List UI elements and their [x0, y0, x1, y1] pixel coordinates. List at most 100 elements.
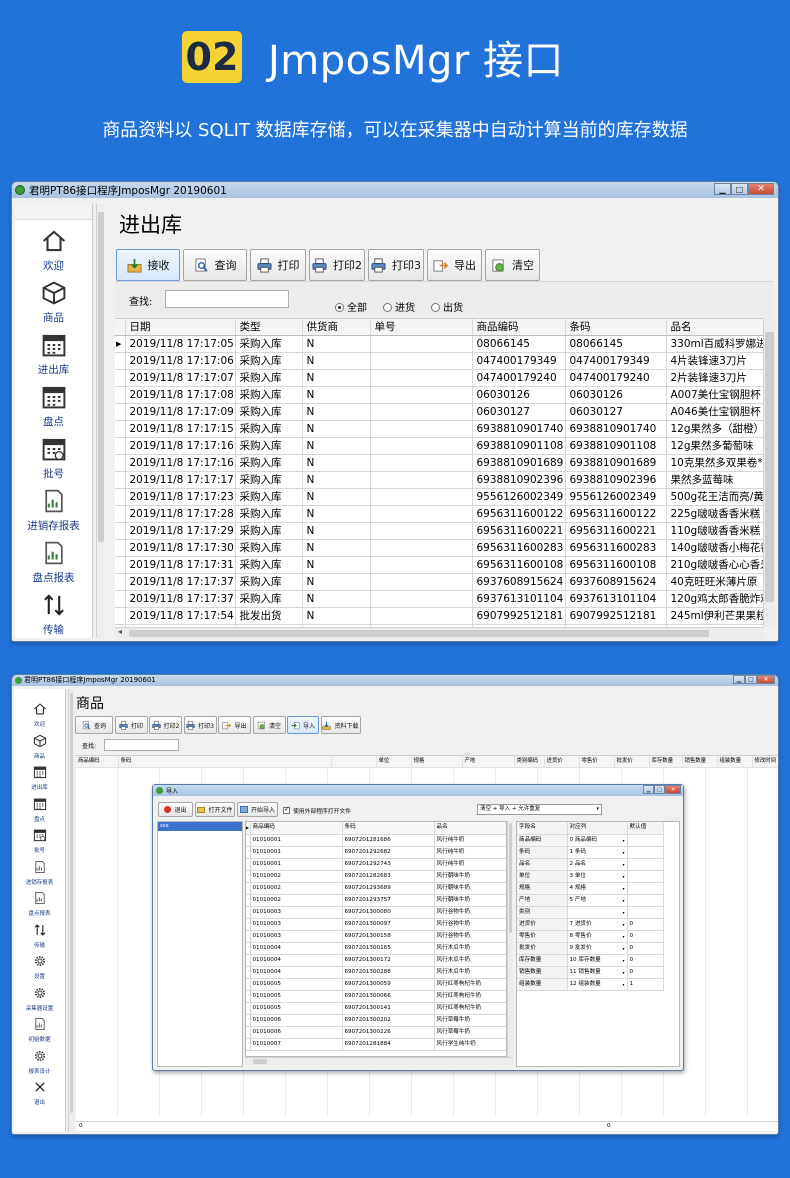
default-value[interactable]: 0 — [627, 942, 664, 955]
sidebar-item-3[interactable]: 盘点 — [14, 796, 65, 823]
radio-dot[interactable] — [335, 303, 344, 312]
toolbar-button-5[interactable]: 导出 — [427, 249, 482, 281]
table-row[interactable]: 2019/11/8 17:17:54 批发出货 N 6907992512181 6907… — [115, 607, 763, 626]
radio-dot[interactable] — [431, 303, 440, 312]
table-row[interactable]: 2019/11/8 17:17:23 采购入库 N 9556126002349 9556… — [115, 488, 763, 507]
sidebar-item-7[interactable]: 传输 — [14, 922, 65, 949]
toolbar-button-1[interactable]: 查询 — [183, 249, 247, 281]
table-row[interactable]: 2019/11/8 17:17:30 采购入库 N 6956311600283 6956… — [115, 539, 763, 558]
table-row[interactable]: 01010002 6907201293757 风行朝味牛奶 — [246, 894, 506, 907]
table-row[interactable]: 2019/11/8 17:17:16 采购入库 N 6938810901689 6938… — [115, 454, 763, 473]
column-select[interactable]: 7 进货价 ▾ — [567, 918, 628, 931]
toolbar-button-4[interactable]: 导出 — [218, 716, 251, 734]
toolbar-button-2[interactable]: 打印 — [250, 249, 306, 281]
column-header[interactable]: 条码 — [565, 319, 667, 337]
toolbar-button-3[interactable]: 打印2 — [309, 249, 365, 281]
column-header[interactable]: 进货价 — [544, 756, 580, 769]
column-select[interactable]: 11 销售数量 ▾ — [567, 966, 628, 979]
sidebar-item-11[interactable]: 报表设计 — [14, 1048, 65, 1075]
open-file-button[interactable]: 打开文件 — [195, 802, 235, 817]
toolbar-button-5[interactable]: 清空 — [252, 716, 286, 734]
sidebar-item-2[interactable]: 进出库 — [14, 764, 65, 791]
default-value[interactable] — [627, 858, 664, 871]
table-row[interactable]: 2019/11/8 17:17:17 采购入库 N 6938810902396 6938… — [115, 471, 763, 490]
sidebar-item-12[interactable]: 退出 — [14, 1079, 65, 1106]
external-open-option[interactable]: 使用外部程序打开文件 — [283, 805, 351, 815]
filter-radio-0[interactable]: 全部 — [335, 303, 367, 314]
table-row[interactable]: 01010007 6907201281884 风行学生纯牛奶 — [246, 1038, 506, 1051]
default-value[interactable] — [627, 882, 664, 895]
column-select[interactable]: 9 批发价 ▾ — [567, 942, 628, 955]
default-value[interactable] — [627, 846, 664, 859]
table-row[interactable]: 01010001 6907201292682 风行纯牛奶 — [246, 846, 506, 859]
column-select[interactable]: 8 零售价 ▾ — [567, 930, 628, 943]
column-select[interactable]: 1 条码 ▾ — [567, 846, 628, 859]
close-button[interactable]: ✕ — [665, 785, 681, 794]
column-select[interactable]: 0 商品编码 ▾ — [567, 834, 628, 847]
table-row[interactable]: 01010004 6907201300172 风行木瓜牛奶 — [246, 954, 506, 967]
sidebar-item-0[interactable]: 欢迎 — [15, 228, 92, 273]
column-select[interactable]: 10 库存数量 ▾ — [567, 954, 628, 967]
close-button[interactable]: ✕ — [757, 675, 775, 684]
column-select[interactable]: 2 品名 ▾ — [567, 858, 628, 871]
table-row[interactable]: ▶ 2019/11/8 17:17:05 采购入库 N 08066145 08066145… — [115, 335, 763, 354]
table-row[interactable]: 2019/11/8 17:17:09 采购入库 N 06030127 06030127 A… — [115, 403, 763, 422]
column-header[interactable]: 修改时间 — [752, 756, 778, 769]
column-header[interactable]: 商品编码 — [76, 756, 119, 769]
search-input[interactable] — [104, 739, 179, 751]
table-row[interactable]: 01010002 6907201282683 风行朝味牛奶 — [246, 870, 506, 883]
column-header[interactable]: 组装数量 — [717, 756, 753, 769]
table-vscrollbar[interactable] — [763, 318, 775, 627]
toolbar-button-6[interactable]: 导入 — [287, 716, 319, 734]
column-select[interactable]: 4 规格 ▾ — [567, 882, 628, 895]
start-import-button[interactable]: 开始导入 — [237, 802, 278, 817]
table-row[interactable]: 2019/11/8 17:17:16 采购入库 N 6938810901108 6938… — [115, 437, 763, 456]
toolbar-button-3[interactable]: 打印3 — [183, 716, 217, 734]
sidebar-item-2[interactable]: 进出库 — [15, 332, 92, 377]
column-header[interactable]: 批发价 — [614, 756, 650, 769]
sidebar-item-0[interactable]: 欢迎 — [14, 701, 65, 728]
column-header[interactable]: 单位 — [376, 756, 412, 769]
table-row[interactable]: 01010001 6907201292743 风行纯牛奶 — [246, 858, 506, 871]
sidebar-item-5[interactable]: 进销存报表 — [14, 859, 65, 886]
toolbar-button-2[interactable]: 打印2 — [149, 716, 182, 734]
toolbar-button-4[interactable]: 打印3 — [368, 249, 424, 281]
table-row[interactable]: 2019/11/8 17:17:29 采购入库 N 6956311600221 6956… — [115, 522, 763, 541]
column-select[interactable]: 3 单位 ▾ — [567, 870, 628, 883]
toolbar-button-7[interactable]: 资料下载 — [320, 716, 361, 734]
table-row[interactable]: 2019/11/8 17:17:06 采购入库 N 047400179349 04740… — [115, 352, 763, 371]
sidebar-item-8[interactable]: 设置 — [14, 953, 65, 980]
table-row[interactable]: 01010003 6907201300080 风行谷物牛奶 — [246, 906, 506, 919]
external-open-checkbox[interactable] — [283, 805, 290, 814]
minimize-button[interactable]: ▁ — [714, 183, 731, 195]
table-row[interactable]: 2019/11/8 17:17:28 采购入库 N 6956311600122 6956… — [115, 505, 763, 524]
column-header[interactable]: 销售数量 — [682, 756, 718, 769]
column-header[interactable]: 条码 — [118, 756, 332, 769]
column-header[interactable]: 类型 — [235, 319, 303, 337]
default-value[interactable] — [627, 870, 664, 883]
column-select[interactable]: ▾ — [567, 906, 628, 919]
default-value[interactable]: 0 — [627, 966, 664, 979]
import-mode-select[interactable]: 清空 + 导入 + 允许重复 ▾ — [477, 804, 602, 815]
column-header[interactable]: 零售价 — [579, 756, 615, 769]
table-row[interactable]: 01010004 6907201300165 风行木瓜牛奶 — [246, 942, 506, 955]
table-row[interactable]: 01010005 6907201300141 风行红枣枸杞牛奶 — [246, 1002, 506, 1015]
table-row[interactable]: 2019/11/8 17:17:07 采购入库 N 047400179240 04740… — [115, 369, 763, 388]
maximize-button[interactable]: □ — [731, 183, 748, 195]
column-header[interactable]: 库存数量 — [649, 756, 683, 769]
sidebar-item-1[interactable]: 商品 — [15, 280, 92, 325]
column-header[interactable]: 产地 — [462, 756, 515, 769]
table-row[interactable]: 01010005 6907201300059 风行红枣枸杞牛奶 — [246, 978, 506, 991]
default-value[interactable]: 1 — [627, 978, 664, 991]
sidebar-item-5[interactable]: 进销存报表 — [15, 488, 92, 533]
minimize-button[interactable]: ▁ — [643, 785, 654, 794]
close-button[interactable]: ✕ — [748, 183, 774, 195]
filter-radio-1[interactable]: 进货 — [383, 303, 415, 314]
preview-vscrollbar[interactable] — [507, 821, 513, 1057]
sidebar-item-4[interactable]: 批号 — [15, 436, 92, 481]
table-row[interactable]: ▶ 商品编码 条码 品名 — [246, 822, 506, 835]
default-value[interactable] — [627, 894, 664, 907]
column-header[interactable]: 日期 — [125, 319, 236, 337]
maximize-button[interactable]: □ — [745, 675, 757, 684]
table-row[interactable]: 01010005 6907201300066 风行红枣枸杞牛奶 — [246, 990, 506, 1003]
